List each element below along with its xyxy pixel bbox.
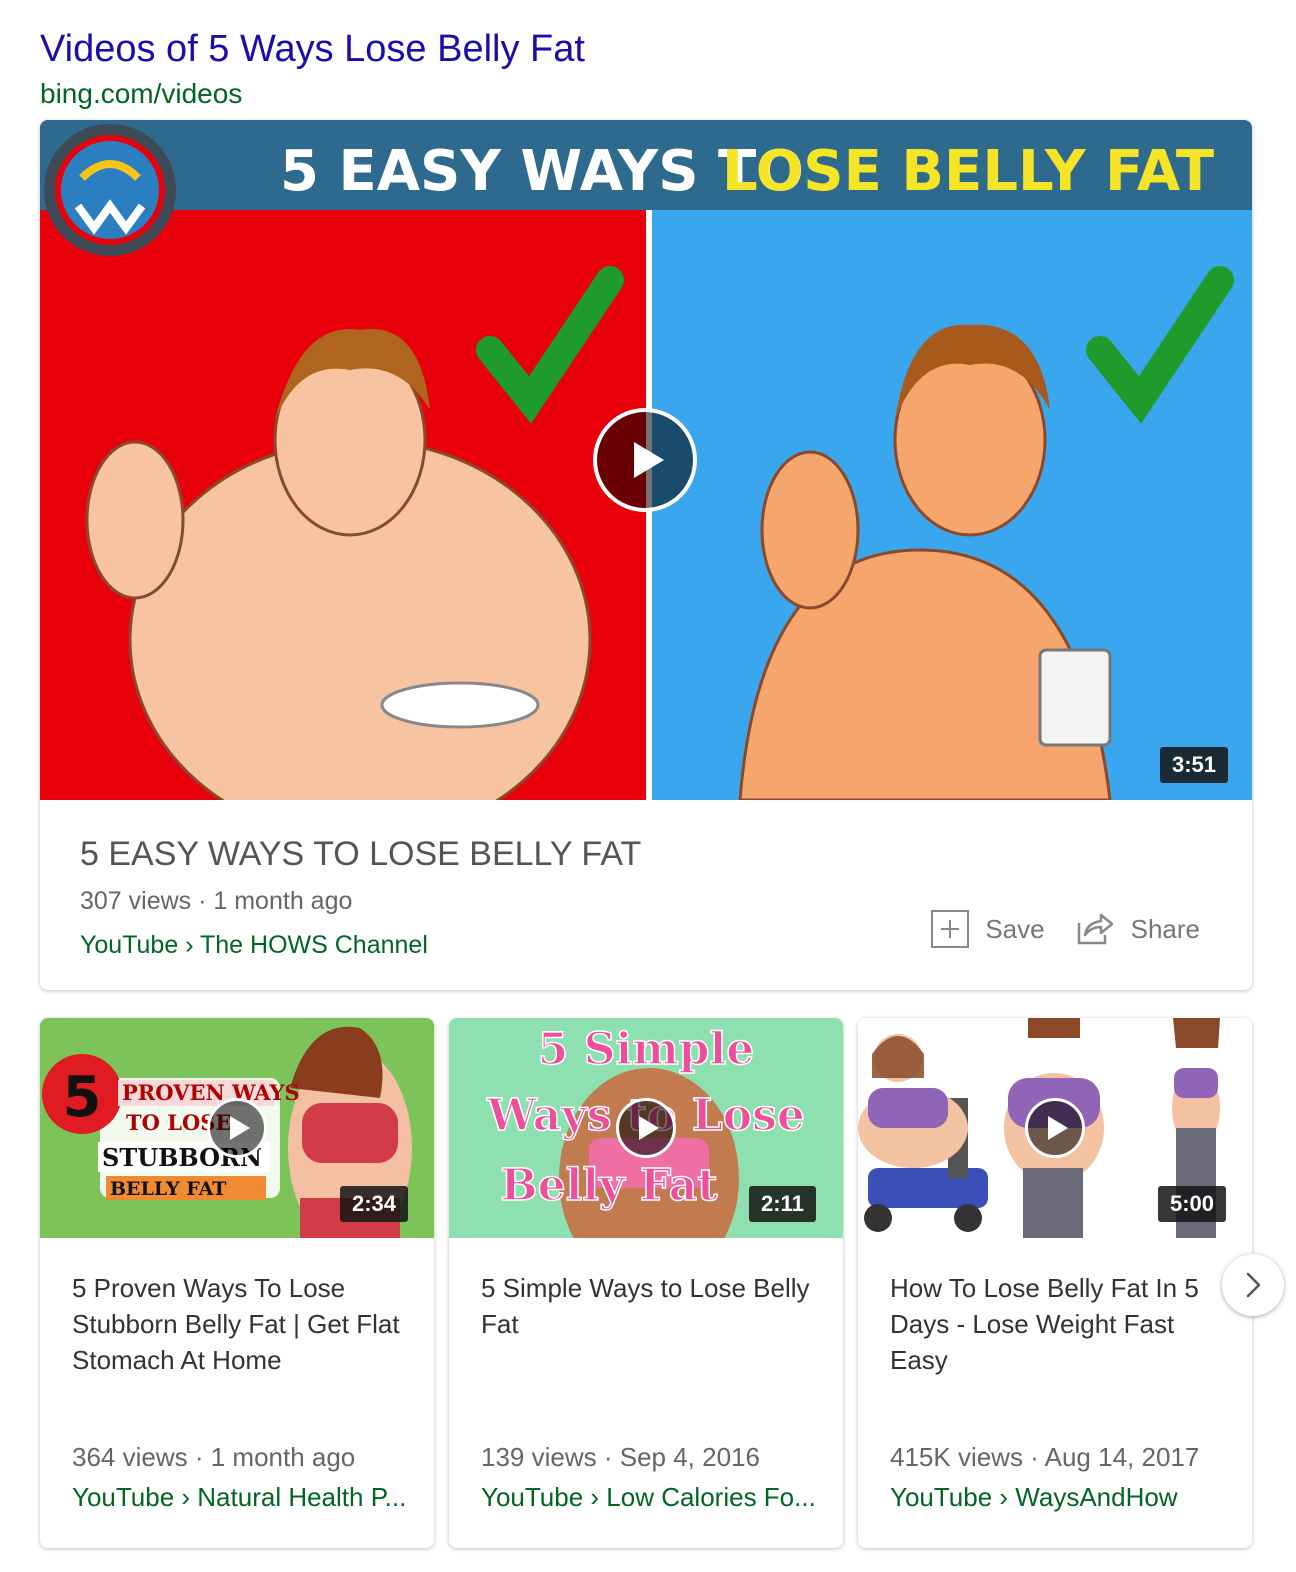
card-title[interactable]: 5 Simple Ways to Lose Belly Fat xyxy=(481,1270,819,1342)
svg-text:Belly Fat: Belly Fat xyxy=(500,1160,718,1211)
card-duration-badge: 2:34 xyxy=(340,1186,409,1222)
featured-duration-badge: 3:51 xyxy=(1160,747,1229,783)
save-button[interactable]: Save xyxy=(931,910,1045,948)
chevron-right-icon xyxy=(1246,1272,1261,1298)
card-channel[interactable]: YouTube › WaysAndHow xyxy=(890,1480,1228,1514)
card-thumbnail[interactable]: 5:00 xyxy=(858,1018,1252,1238)
save-icon xyxy=(931,910,970,948)
source-url: bing.com/videos xyxy=(40,78,243,109)
card-channel[interactable]: YouTube › Natural Health P... xyxy=(72,1480,410,1514)
card-thumbnail[interactable]: 5 Simple Ways to Lose Belly Fat 2:11 xyxy=(449,1018,843,1238)
card-thumbnail[interactable]: 5 PROVEN WAYS TO LOSE STUBBORN BELLY FAT… xyxy=(40,1018,434,1238)
results-header: Videos of 5 Ways Lose Belly Fat bing.com… xyxy=(40,26,585,114)
save-label: Save xyxy=(985,913,1045,944)
svg-text:PROVEN WAYS: PROVEN WAYS xyxy=(122,1080,300,1105)
card-duration-badge: 5:00 xyxy=(1158,1186,1227,1222)
video-card[interactable]: 5 PROVEN WAYS TO LOSE STUBBORN BELLY FAT… xyxy=(40,1018,434,1548)
share-icon xyxy=(1077,913,1113,945)
play-icon xyxy=(1048,1116,1068,1140)
card-thumb-badge: 5 xyxy=(63,1065,102,1130)
videos-title-link[interactable]: Videos of 5 Ways Lose Belly Fat xyxy=(40,26,585,72)
play-icon xyxy=(639,1116,659,1140)
featured-play-button[interactable] xyxy=(593,408,697,512)
featured-actions: Save Share xyxy=(931,910,1200,948)
video-card[interactable]: 5 Simple Ways to Lose Belly Fat 2:11 5 S… xyxy=(449,1018,843,1548)
share-label: Share xyxy=(1130,913,1200,944)
card-play-button[interactable] xyxy=(616,1098,676,1158)
card-title[interactable]: How To Lose Belly Fat In 5 Days - Lose W… xyxy=(890,1270,1228,1378)
thumb-banner-yellow: LOSE BELLY FAT xyxy=(722,139,1214,204)
svg-text:BELLY FAT: BELLY FAT xyxy=(110,1178,226,1200)
featured-video-card[interactable]: 5 EASY WAYS TO LOSE BELLY FAT 3:51 5 EAS… xyxy=(40,120,1252,990)
card-play-button[interactable] xyxy=(1025,1098,1085,1158)
card-play-button[interactable] xyxy=(207,1098,267,1158)
card-meta: 364 views · 1 month ago xyxy=(72,1442,356,1472)
card-title[interactable]: 5 Proven Ways To Lose Stubborn Belly Fat… xyxy=(72,1270,410,1378)
featured-thumbnail[interactable]: 5 EASY WAYS TO LOSE BELLY FAT 3:51 xyxy=(40,120,1252,800)
video-card[interactable]: 5:00 How To Lose Belly Fat In 5 Days - L… xyxy=(858,1018,1252,1548)
video-carousel: 5 PROVEN WAYS TO LOSE STUBBORN BELLY FAT… xyxy=(40,1018,1252,1548)
carousel-next-button[interactable] xyxy=(1222,1254,1284,1316)
play-icon xyxy=(230,1116,250,1140)
card-channel[interactable]: YouTube › Low Calories Fo... xyxy=(481,1480,819,1514)
play-icon xyxy=(634,442,664,478)
card-meta: 139 views · Sep 4, 2016 xyxy=(481,1442,760,1472)
svg-text:5 Simple: 5 Simple xyxy=(538,1024,754,1075)
card-duration-badge: 2:11 xyxy=(749,1186,816,1222)
featured-title[interactable]: 5 EASY WAYS TO LOSE BELLY FAT xyxy=(80,832,1212,876)
share-button[interactable]: Share xyxy=(1075,911,1200,947)
card-meta: 415K views · Aug 14, 2017 xyxy=(890,1442,1200,1472)
